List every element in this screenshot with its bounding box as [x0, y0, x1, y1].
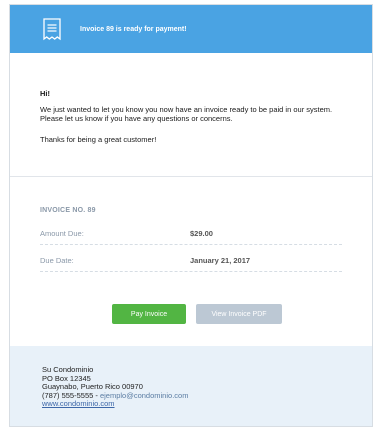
amount-due-value: $29.00 [190, 228, 213, 238]
invoice-summary: INVOICE NO. 89 Amount Due: $29.00 Due Da… [10, 177, 372, 324]
pay-invoice-button[interactable]: Pay Invoice [112, 304, 186, 324]
amount-due-label: Amount Due: [40, 228, 84, 238]
greeting: Hi! [40, 89, 50, 98]
receipt-icon [43, 18, 61, 41]
view-invoice-pdf-button[interactable]: View Invoice PDF [196, 304, 282, 324]
action-buttons: Pay Invoice View Invoice PDF [40, 304, 342, 324]
due-date-value: January 21, 2017 [190, 255, 251, 265]
message-paragraph-2: Thanks for being a great customer! [40, 134, 157, 144]
message-paragraph-1: We just wanted to let you know you now h… [40, 104, 333, 124]
footer-website-link[interactable]: www.condominio.com [42, 399, 115, 409]
due-date-label: Due Date: [40, 255, 74, 265]
invoice-email-card: Invoice 89 is ready for payment! Hi! We … [9, 4, 373, 427]
amount-due-row: Amount Due: $29.00 [40, 222, 342, 245]
invoice-number: INVOICE NO. 89 [40, 207, 96, 214]
email-footer: Su Condominio PO Box 12345 Guaynabo, Pue… [10, 346, 372, 426]
message-body: Hi! We just wanted to let you know you n… [10, 53, 372, 144]
due-date-row: Due Date: January 21, 2017 [40, 249, 342, 272]
header-title: Invoice 89 is ready for payment! [80, 25, 187, 33]
email-header: Invoice 89 is ready for payment! [10, 5, 372, 53]
